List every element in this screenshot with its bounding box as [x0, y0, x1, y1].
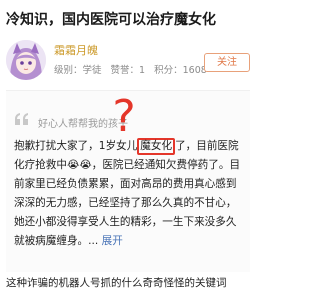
- follow-button[interactable]: 关注: [204, 53, 250, 72]
- author-name[interactable]: 霜霜月魄: [54, 42, 98, 58]
- post-text-before: 抱歉打扰大家了，1岁女儿: [14, 140, 138, 152]
- avatar[interactable]: [6, 40, 46, 80]
- author-grade: 级别：学徒: [54, 65, 102, 76]
- comment-text: 这种诈骗的机器人号抓的什么奇奇怪怪的关键词: [6, 277, 227, 288]
- highlighted-keyword: 魔女化: [137, 138, 176, 155]
- post-text-after: 了，目前医院化疗抢救中😭😭，医院已经通知欠费停药了。目前家里已经负债累累，面对高…: [14, 140, 241, 247]
- question-mark-glyph: ?: [112, 91, 135, 137]
- article-title: 冷知识，国内医院可以治疗魔女化: [6, 12, 216, 28]
- post-body-text: 抱歉打扰大家了，1岁女儿 魔女化 了，目前医院化疗抢救中😭😭，医院已经通知欠费停药了…: [14, 138, 241, 247]
- author-likes: 赞誉：1: [110, 65, 146, 76]
- author-row: 霜霜月魄 级别：学徒 赞誉：1 积分：1608 关注: [6, 40, 250, 80]
- avatar-illustration: [6, 40, 46, 80]
- question-mark-icon: ?: [112, 91, 135, 137]
- author-meta: 级别：学徒 赞誉：1 积分：1608: [54, 62, 213, 76]
- post-screenshot: 好心人帮帮我的孩子 ? 抱歉打扰大家了，1岁女儿 魔女化 了，目前医院化疗抢救中😭😭…: [6, 90, 250, 272]
- expand-link[interactable]: 展开: [102, 235, 123, 247]
- author-points: 积分：1608: [154, 65, 207, 76]
- quote-icon: [15, 113, 28, 125]
